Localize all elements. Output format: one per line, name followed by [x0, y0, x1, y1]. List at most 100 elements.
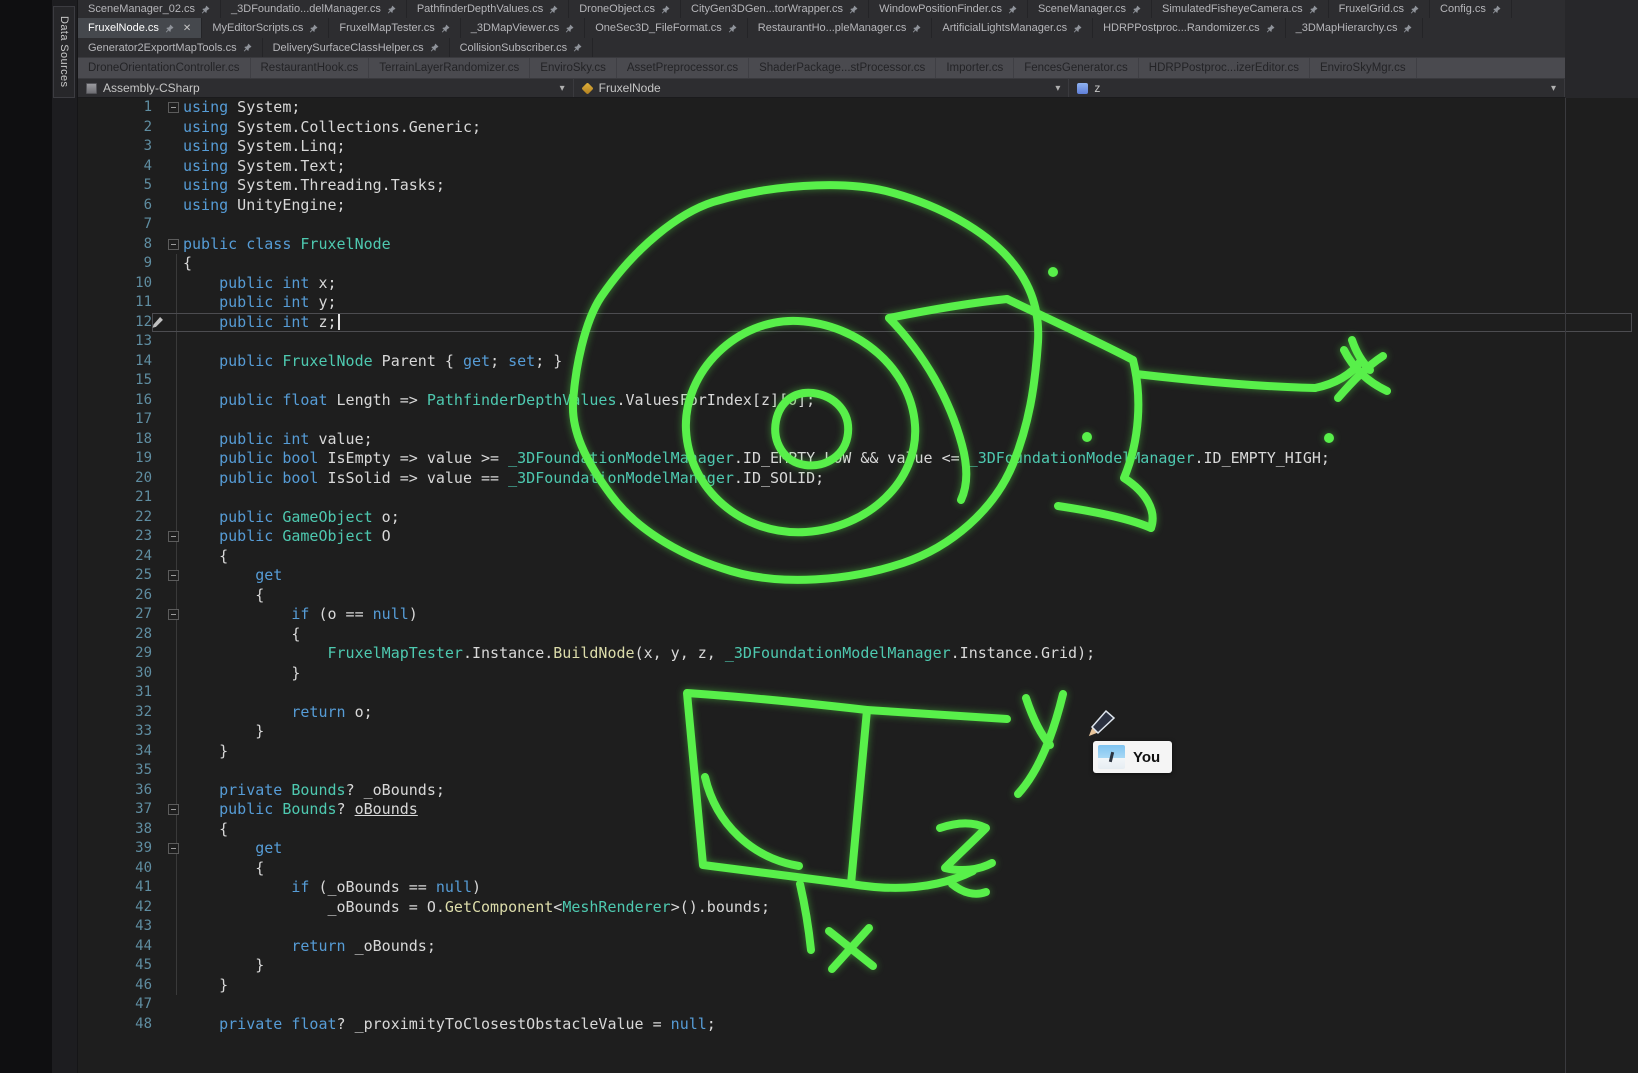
pin-icon[interactable]	[1492, 5, 1501, 14]
code-line[interactable]: 46 }	[78, 976, 1638, 996]
pin-icon[interactable]	[165, 24, 174, 33]
code-line[interactable]: 10 public int x;	[78, 274, 1638, 294]
code-line[interactable]: 20 public bool IsSolid => value == _3DFo…	[78, 469, 1638, 489]
data-sources-tab[interactable]: Data Sources	[53, 6, 75, 98]
code-line[interactable]: 16 public float Length => PathfinderDept…	[78, 391, 1638, 411]
fold-toggle-icon[interactable]	[168, 239, 179, 250]
code-line[interactable]: 4using System.Text;	[78, 157, 1638, 177]
pin-icon[interactable]	[849, 5, 858, 14]
document-tab[interactable]: DeliverySurfaceClassHelper.cs	[263, 38, 450, 57]
code-line[interactable]: 36 private Bounds? _oBounds;	[78, 781, 1638, 801]
code-line[interactable]: 30 }	[78, 664, 1638, 684]
code-line[interactable]: 35	[78, 761, 1638, 781]
document-tab[interactable]: CollisionSubscriber.cs	[450, 38, 594, 57]
pin-icon[interactable]	[441, 24, 450, 33]
document-tab[interactable]: RestaurantHo...pleManager.cs	[748, 18, 933, 38]
document-tab[interactable]: WindowPositionFinder.cs	[869, 0, 1028, 18]
document-tab[interactable]: DroneObject.cs	[569, 0, 681, 18]
document-tab[interactable]: SceneManager_02.cs	[78, 0, 221, 18]
code-line[interactable]: 24 {	[78, 547, 1638, 567]
code-line[interactable]: 43	[78, 917, 1638, 937]
document-tab[interactable]: DroneOrientationController.cs	[78, 58, 251, 78]
code-line[interactable]: 19 public bool IsEmpty => value >= _3DFo…	[78, 449, 1638, 469]
pin-icon[interactable]	[1410, 5, 1419, 14]
document-tab[interactable]: FruxelNode.cs✕	[78, 18, 202, 38]
code-line[interactable]: 29 FruxelMapTester.Instance.BuildNode(x,…	[78, 644, 1638, 664]
pin-icon[interactable]	[309, 24, 318, 33]
code-line[interactable]: 21	[78, 488, 1638, 508]
code-line[interactable]: 42 _oBounds = O.GetComponent<MeshRendere…	[78, 898, 1638, 918]
code-line[interactable]: 28 {	[78, 625, 1638, 645]
pin-icon[interactable]	[661, 5, 670, 14]
code-line[interactable]: 5using System.Threading.Tasks;	[78, 176, 1638, 196]
document-tab[interactable]: _3DMapHierarchy.cs	[1286, 18, 1424, 38]
code-line[interactable]: 34 }	[78, 742, 1638, 762]
project-dropdown[interactable]: Assembly-CSharp ▾	[78, 79, 574, 97]
code-line[interactable]: 27 if (o == null)	[78, 605, 1638, 625]
code-line[interactable]: 48 private float? _proximityToClosestObs…	[78, 1015, 1638, 1035]
pin-icon[interactable]	[201, 5, 210, 14]
code-line[interactable]: 1using System;	[78, 98, 1638, 118]
fold-toggle-icon[interactable]	[168, 843, 179, 854]
document-tab[interactable]: CityGen3DGen...torWrapper.cs	[681, 0, 869, 18]
code-line[interactable]: 18 public int value;	[78, 430, 1638, 450]
document-tab[interactable]: _3DMapViewer.cs	[461, 18, 585, 38]
fold-toggle-icon[interactable]	[168, 102, 179, 113]
pin-icon[interactable]	[728, 24, 737, 33]
code-line[interactable]: 45 }	[78, 956, 1638, 976]
fold-toggle-icon[interactable]	[168, 804, 179, 815]
document-tab[interactable]: HDRPPostproc...Randomizer.cs	[1093, 18, 1286, 38]
document-tab[interactable]: _3DFoundatio...delManager.cs	[221, 0, 407, 18]
pin-icon[interactable]	[1073, 24, 1082, 33]
type-dropdown[interactable]: FruxelNode ▾	[574, 79, 1070, 97]
document-tab[interactable]: Importer.cs	[936, 58, 1014, 78]
document-tab[interactable]: FruxelGrid.cs	[1329, 0, 1430, 18]
document-tab[interactable]: Generator2ExportMapTools.cs	[78, 38, 263, 57]
code-line[interactable]: 22 public GameObject o;	[78, 508, 1638, 528]
pin-icon[interactable]	[549, 5, 558, 14]
fold-toggle-icon[interactable]	[168, 531, 179, 542]
document-tab[interactable]: RestaurantHook.cs	[251, 58, 370, 78]
document-tab[interactable]: EnviroSkyMgr.cs	[1310, 58, 1417, 78]
document-tab[interactable]: Config.cs	[1430, 0, 1512, 18]
code-line[interactable]: 15	[78, 371, 1638, 391]
code-line[interactable]: 47	[78, 995, 1638, 1015]
pin-icon[interactable]	[1266, 24, 1275, 33]
code-line[interactable]: 32 return o;	[78, 703, 1638, 723]
code-line[interactable]: 25 get	[78, 566, 1638, 586]
document-tab[interactable]: TerrainLayerRandomizer.cs	[369, 58, 530, 78]
pin-icon[interactable]	[573, 43, 582, 52]
document-tab[interactable]: ArtificialLightsManager.cs	[932, 18, 1093, 38]
close-tab-icon[interactable]: ✕	[183, 23, 191, 34]
code-line[interactable]: 12 public int z;	[78, 313, 1638, 333]
code-line[interactable]: 31	[78, 683, 1638, 703]
code-line[interactable]: 39 get	[78, 839, 1638, 859]
code-line[interactable]: 38 {	[78, 820, 1638, 840]
pin-icon[interactable]	[387, 5, 396, 14]
code-line[interactable]: 3using System.Linq;	[78, 137, 1638, 157]
fold-toggle-icon[interactable]	[168, 609, 179, 620]
document-tab[interactable]: SceneManager.cs	[1028, 0, 1152, 18]
pin-icon[interactable]	[430, 43, 439, 52]
document-tab[interactable]: PathfinderDepthValues.cs	[407, 0, 569, 18]
pin-icon[interactable]	[1403, 24, 1412, 33]
fold-toggle-icon[interactable]	[168, 570, 179, 581]
pin-icon[interactable]	[1132, 5, 1141, 14]
code-line[interactable]: 7	[78, 215, 1638, 235]
pin-icon[interactable]	[243, 43, 252, 52]
document-tab[interactable]: MyEditorScripts.cs	[202, 18, 329, 38]
code-line[interactable]: 26 {	[78, 586, 1638, 606]
code-line[interactable]: 40 {	[78, 859, 1638, 879]
code-line[interactable]: 6using UnityEngine;	[78, 196, 1638, 216]
document-tab[interactable]: EnviroSky.cs	[530, 58, 617, 78]
pin-icon[interactable]	[1309, 5, 1318, 14]
document-tab[interactable]: ShaderPackage...stProcessor.cs	[749, 58, 936, 78]
code-line[interactable]: 41 if (_oBounds == null)	[78, 878, 1638, 898]
code-line[interactable]: 9{	[78, 254, 1638, 274]
code-line[interactable]: 13	[78, 332, 1638, 352]
code-line[interactable]: 11 public int y;	[78, 293, 1638, 313]
document-tab[interactable]: HDRPPostproc...izerEditor.cs	[1139, 58, 1310, 78]
code-line[interactable]: 23 public GameObject O	[78, 527, 1638, 547]
code-line[interactable]: 37 public Bounds? oBounds	[78, 800, 1638, 820]
code-line[interactable]: 44 return _oBounds;	[78, 937, 1638, 957]
